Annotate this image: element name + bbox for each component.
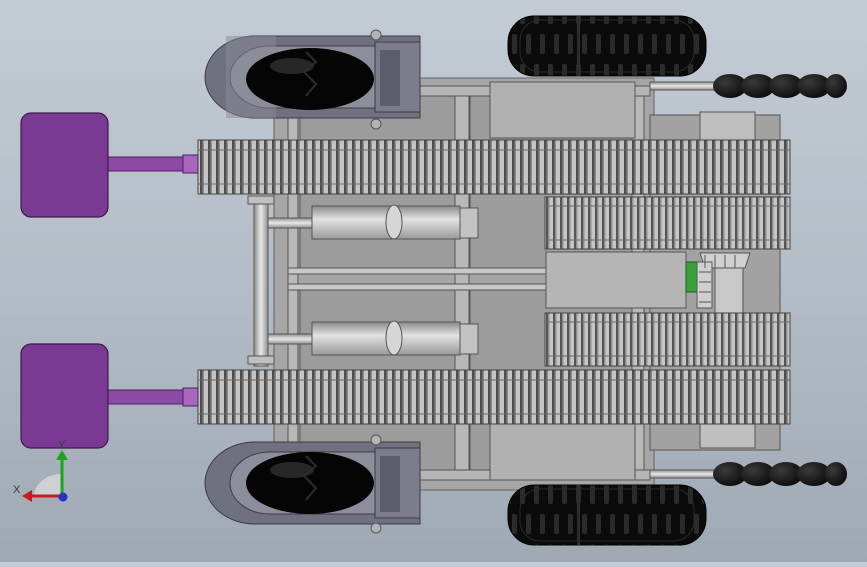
caster-wheel-top[interactable] (204, 29, 421, 130)
triad-plane-icon (34, 474, 62, 496)
gear-inner-lower[interactable] (544, 312, 791, 367)
drive-wheel-bottom[interactable] (507, 484, 707, 546)
gear-track-lower[interactable] (197, 369, 791, 425)
pad-upper[interactable] (20, 112, 199, 218)
y-axis-label: Y (58, 439, 66, 451)
pad-lower[interactable] (20, 343, 199, 449)
rear-shaft-upper[interactable] (649, 74, 847, 98)
center-gearbox[interactable] (545, 251, 751, 314)
gear-track-upper[interactable] (197, 139, 791, 195)
caster-wheel-bottom[interactable] (204, 434, 421, 534)
drive-wheel-top[interactable] (507, 15, 707, 77)
cad-graphics-area[interactable] (0, 0, 867, 562)
x-axis-label: X (13, 484, 21, 496)
z-axis-dot-icon (58, 492, 68, 502)
y-arrowhead-icon (56, 450, 68, 460)
x-arrowhead-icon (22, 490, 32, 502)
rear-shaft-lower[interactable] (649, 462, 847, 486)
axis-triad[interactable]: Y X (10, 436, 80, 510)
gear-inner-upper[interactable] (544, 196, 791, 250)
